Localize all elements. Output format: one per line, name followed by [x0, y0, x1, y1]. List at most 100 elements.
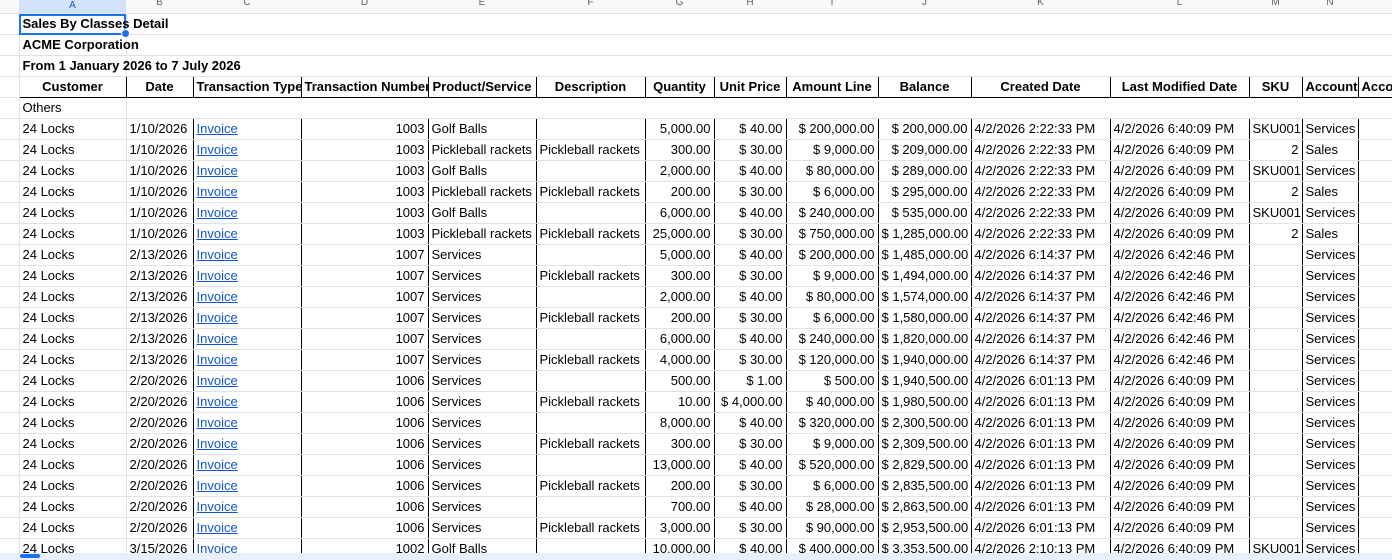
cell-sku[interactable]	[1248, 286, 1303, 308]
cell-customer[interactable]: 24 Locks	[18, 139, 127, 161]
cell-date[interactable]: 1/10/2026	[125, 118, 194, 140]
cell-unit-price[interactable]: $ 30.00	[713, 181, 787, 203]
group-label[interactable]: Others	[18, 97, 127, 119]
cell-product-service[interactable]: Pickleball rackets	[427, 181, 537, 203]
cell-balance[interactable]: $ 1,485,000.00	[877, 244, 972, 266]
cell-account[interactable]: Services	[1301, 118, 1359, 140]
cell-account[interactable]: Services	[1301, 160, 1359, 182]
column-header-j[interactable]: J	[878, 0, 971, 8]
cell-created-date[interactable]: 4/2/2026 6:14:37 PM	[970, 244, 1111, 266]
cell-transaction-type[interactable]: Invoice	[192, 118, 302, 140]
cell-transaction-number[interactable]: 1006	[300, 433, 429, 455]
cell-balance[interactable]: $ 209,000.00	[877, 139, 972, 161]
invoice-link[interactable]: Invoice	[197, 478, 238, 493]
cell-account[interactable]: Services	[1301, 202, 1359, 224]
cell-transaction-type[interactable]: Invoice	[192, 139, 302, 161]
cell-product-service[interactable]: Golf Balls	[427, 202, 537, 224]
cell-account[interactable]: Services	[1301, 412, 1359, 434]
cell-product-service[interactable]: Services	[427, 391, 537, 413]
cell-last-modified-date[interactable]: 4/2/2026 6:40:09 PM	[1109, 391, 1250, 413]
cell-sku[interactable]	[1248, 391, 1303, 413]
cell-amount-line[interactable]: $ 200,000.00	[785, 118, 879, 140]
cell-last-modified-date[interactable]: 4/2/2026 6:42:46 PM	[1109, 265, 1250, 287]
scrollbar-thumb[interactable]	[20, 554, 40, 558]
cell-transaction-type[interactable]: Invoice	[192, 160, 302, 182]
header-amount-line[interactable]: Amount Line	[785, 76, 879, 98]
cell-balance[interactable]: $ 295,000.00	[877, 181, 972, 203]
cell-transaction-type[interactable]: Invoice	[192, 328, 302, 350]
cell-quantity[interactable]: 200.00	[644, 475, 715, 497]
invoice-link[interactable]: Invoice	[197, 331, 238, 346]
header-date[interactable]: Date	[125, 76, 194, 98]
cell-sku[interactable]: 2	[1248, 181, 1303, 203]
cell-description[interactable]	[535, 286, 646, 308]
cell-date[interactable]: 1/10/2026	[125, 139, 194, 161]
cell-customer[interactable]: 24 Locks	[18, 328, 127, 350]
cell-balance[interactable]: $ 2,829,500.00	[877, 454, 972, 476]
cell-sku[interactable]: SKU001	[1248, 160, 1303, 182]
cell-amount-line[interactable]: $ 6,000.00	[785, 307, 879, 329]
cell-sku[interactable]: SKU001	[1248, 118, 1303, 140]
invoice-link[interactable]: Invoice	[197, 520, 238, 535]
cell-balance[interactable]: $ 2,835,500.00	[877, 475, 972, 497]
cell-unit-price[interactable]: $ 30.00	[713, 307, 787, 329]
cell-transaction-type[interactable]: Invoice	[192, 223, 302, 245]
cell-amount-line[interactable]: $ 9,000.00	[785, 265, 879, 287]
cell-customer[interactable]: 24 Locks	[18, 370, 127, 392]
header-last-modified-date[interactable]: Last Modified Date	[1109, 76, 1250, 98]
cell-transaction-number[interactable]: 1003	[300, 139, 429, 161]
cell-product-service[interactable]: Services	[427, 244, 537, 266]
cell-balance[interactable]: $ 1,820,000.00	[877, 328, 972, 350]
cell-customer[interactable]: 24 Locks	[18, 475, 127, 497]
invoice-link[interactable]: Invoice	[197, 121, 238, 136]
cell-created-date[interactable]: 4/2/2026 6:01:13 PM	[970, 496, 1111, 518]
cell-transaction-type[interactable]: Invoice	[192, 307, 302, 329]
cell-transaction-number[interactable]: 1006	[300, 412, 429, 434]
cell-date[interactable]: 1/10/2026	[125, 160, 194, 182]
cell-amount-line[interactable]: $ 9,000.00	[785, 433, 879, 455]
cell-last-modified-date[interactable]: 4/2/2026 6:40:09 PM	[1109, 538, 1250, 553]
cell-customer[interactable]: 24 Locks	[18, 496, 127, 518]
column-header-m[interactable]: M	[1249, 0, 1302, 8]
column-header-h[interactable]: H	[714, 0, 786, 8]
cell-description[interactable]: Pickleball rackets	[535, 475, 646, 497]
cell-product-service[interactable]: Services	[427, 328, 537, 350]
cell-account[interactable]: Services	[1301, 538, 1359, 553]
cell-created-date[interactable]: 4/2/2026 2:22:33 PM	[970, 181, 1111, 203]
cell-customer[interactable]: 24 Locks	[18, 517, 127, 539]
cell-date[interactable]: 2/20/2026	[125, 391, 194, 413]
cell-created-date[interactable]: 4/2/2026 2:22:33 PM	[970, 118, 1111, 140]
cell-description[interactable]	[535, 328, 646, 350]
cell-last-modified-date[interactable]: 4/2/2026 6:40:09 PM	[1109, 517, 1250, 539]
cell-created-date[interactable]: 4/2/2026 6:01:13 PM	[970, 370, 1111, 392]
cell-product-service[interactable]: Services	[427, 265, 537, 287]
cell-date[interactable]: 2/20/2026	[125, 433, 194, 455]
cell-quantity[interactable]: 500.00	[644, 370, 715, 392]
cell-date[interactable]: 2/13/2026	[125, 349, 194, 371]
cell-created-date[interactable]: 4/2/2026 2:22:33 PM	[970, 202, 1111, 224]
cell-product-service[interactable]: Services	[427, 286, 537, 308]
cell-description[interactable]	[535, 244, 646, 266]
cell-quantity[interactable]: 10.00	[644, 391, 715, 413]
cell-transaction-type[interactable]: Invoice	[192, 412, 302, 434]
cell-quantity[interactable]: 200.00	[644, 307, 715, 329]
cell-product-service[interactable]: Golf Balls	[427, 118, 537, 140]
cell-created-date[interactable]: 4/2/2026 2:22:33 PM	[970, 160, 1111, 182]
cell-last-modified-date[interactable]: 4/2/2026 6:42:46 PM	[1109, 349, 1250, 371]
invoice-link[interactable]: Invoice	[197, 541, 238, 553]
cell-sku[interactable]	[1248, 454, 1303, 476]
cell-last-modified-date[interactable]: 4/2/2026 6:40:09 PM	[1109, 160, 1250, 182]
header-balance[interactable]: Balance	[877, 76, 972, 98]
cell-description[interactable]: Pickleball rackets	[535, 265, 646, 287]
cell-description[interactable]: Pickleball rackets	[535, 349, 646, 371]
cell-customer[interactable]: 24 Locks	[18, 412, 127, 434]
cell-customer[interactable]: 24 Locks	[18, 244, 127, 266]
cell-created-date[interactable]: 4/2/2026 6:14:37 PM	[970, 349, 1111, 371]
cell-unit-price[interactable]: $ 30.00	[713, 475, 787, 497]
column-header-n[interactable]: N	[1302, 0, 1358, 8]
cell-sku[interactable]	[1248, 244, 1303, 266]
invoice-link[interactable]: Invoice	[197, 268, 238, 283]
column-header-g[interactable]: G	[645, 0, 714, 8]
cell-account[interactable]: Services	[1301, 265, 1359, 287]
invoice-link[interactable]: Invoice	[197, 142, 238, 157]
